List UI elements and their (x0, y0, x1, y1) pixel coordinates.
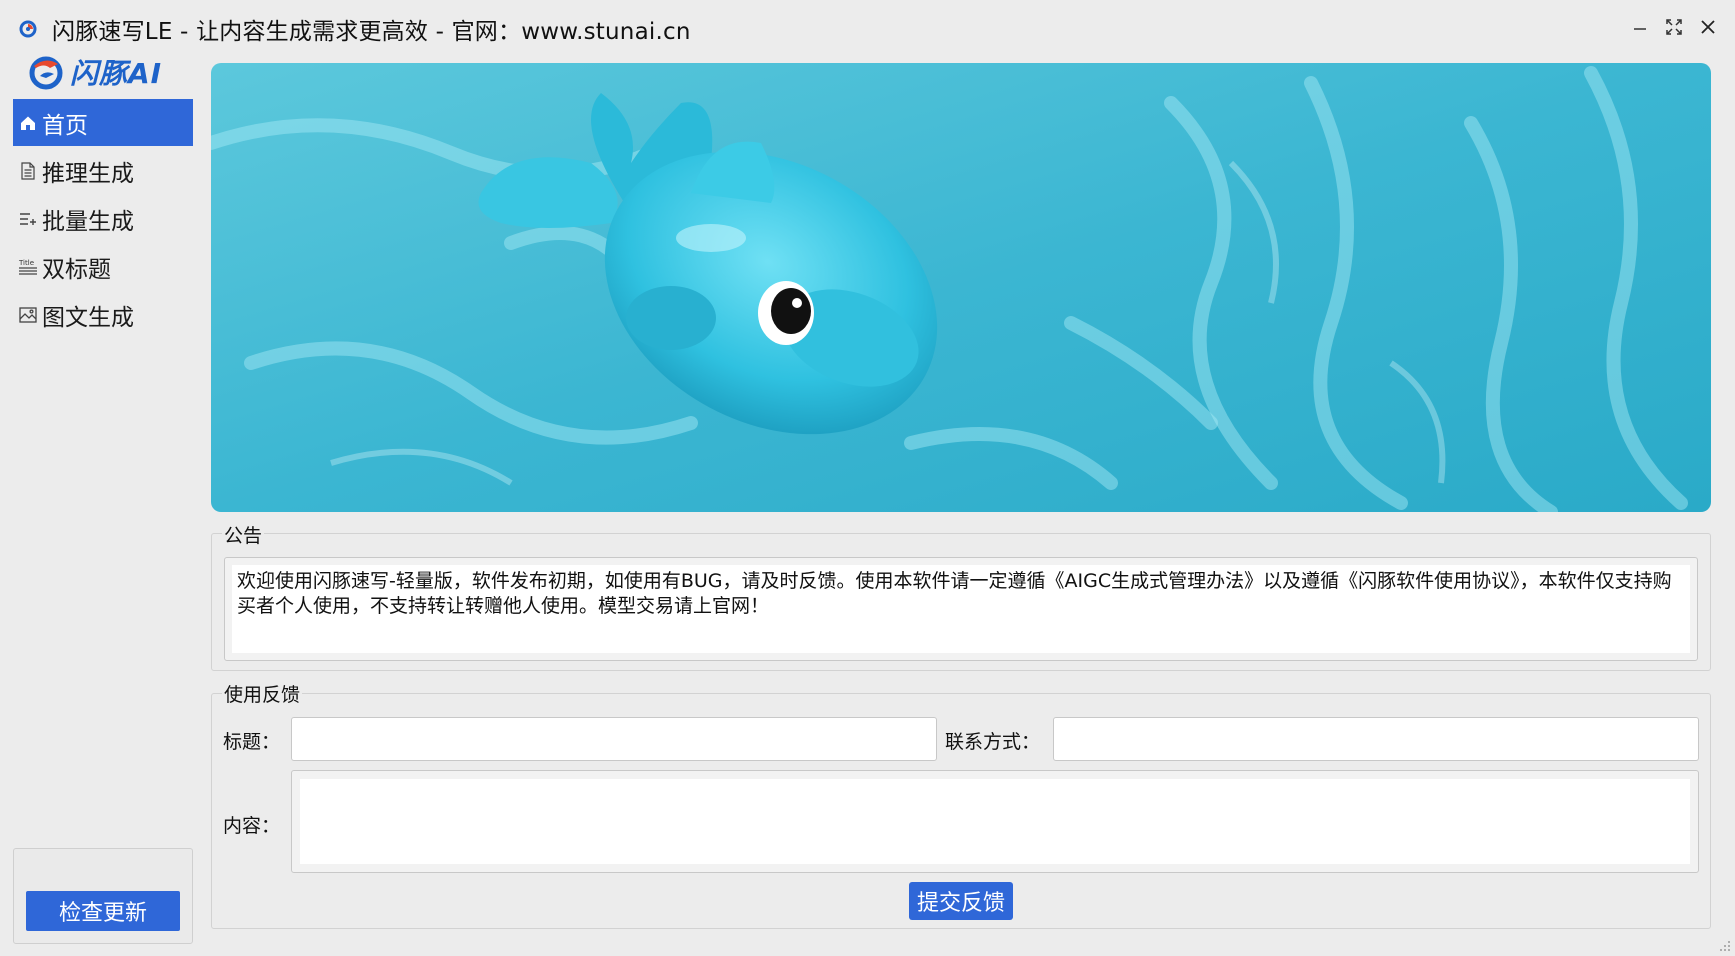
sidebar-item-label: 图文生成 (42, 304, 134, 331)
close-icon (1701, 20, 1715, 34)
document-icon (17, 160, 39, 182)
feedback-title-input[interactable] (291, 717, 937, 761)
close-button[interactable] (1695, 14, 1721, 40)
app-logo-icon (19, 20, 37, 38)
submit-feedback-button[interactable]: 提交反馈 (909, 882, 1013, 920)
title-icon: Title (17, 256, 39, 278)
banner-image (211, 63, 1711, 512)
notice-text: 欢迎使用闪豚速写-轻量版，软件发布初期，如使用有BUG，请及时反馈。使用本软件请… (232, 565, 1690, 653)
check-update-button[interactable]: 检查更新 (26, 891, 180, 931)
title-bar: 闪豚速写LE - 让内容生成需求更高效 - 官网：www.stunai.cn (0, 0, 1735, 54)
list-add-icon (17, 208, 39, 230)
sidebar-item-label: 批量生成 (42, 208, 134, 235)
minimize-button[interactable] (1627, 14, 1653, 40)
brand-logo: 闪豚AI (28, 53, 162, 91)
image-icon (17, 304, 39, 326)
contact-input[interactable] (1053, 717, 1699, 761)
update-panel: 检查更新 (13, 848, 193, 944)
sidebar-item-inference[interactable]: 推理生成 (13, 147, 193, 194)
sidebar-item-label: 推理生成 (42, 160, 134, 187)
sidebar-item-double-title[interactable]: Title 双标题 (13, 243, 193, 290)
content-label: 内容： (223, 815, 281, 837)
dolphin-logo-icon (29, 56, 63, 90)
feedback-title: 使用反馈 (222, 680, 303, 707)
minimize-icon (1634, 28, 1646, 30)
maximize-button[interactable] (1661, 14, 1687, 40)
dolphin-toy-illustration (211, 63, 1711, 512)
svg-text:Title: Title (18, 259, 34, 267)
feedback-title-label: 标题： (223, 731, 281, 753)
sidebar-item-label: 双标题 (42, 256, 111, 283)
window-title: 闪豚速写LE - 让内容生成需求更高效 - 官网：www.stunai.cn (52, 19, 691, 45)
feedback-group: 使用反馈 标题： 联系方式： 内容： 提交反馈 (211, 680, 1711, 929)
logo-text: 闪豚AI (70, 57, 163, 90)
sidebar-item-batch[interactable]: 批量生成 (13, 195, 193, 242)
sidebar-item-home[interactable]: 首页 (13, 99, 193, 146)
content-frame (291, 770, 1699, 873)
maximize-icon (1666, 19, 1682, 35)
home-icon (17, 112, 39, 134)
contact-label: 联系方式： (945, 731, 1041, 753)
sidebar-item-label: 首页 (42, 112, 88, 139)
sidebar-item-image-text[interactable]: 图文生成 (13, 291, 193, 338)
content-textarea[interactable] (300, 779, 1690, 864)
notice-frame: 欢迎使用闪豚速写-轻量版，软件发布初期，如使用有BUG，请及时反馈。使用本软件请… (224, 557, 1698, 661)
notice-group: 公告 欢迎使用闪豚速写-轻量版，软件发布初期，如使用有BUG，请及时反馈。使用本… (211, 521, 1711, 671)
notice-title: 公告 (222, 521, 265, 548)
resize-grip-icon[interactable] (1719, 940, 1731, 952)
sidebar-nav: 首页 推理生成 批量生成 Title 双标题 图文生成 (13, 99, 193, 339)
